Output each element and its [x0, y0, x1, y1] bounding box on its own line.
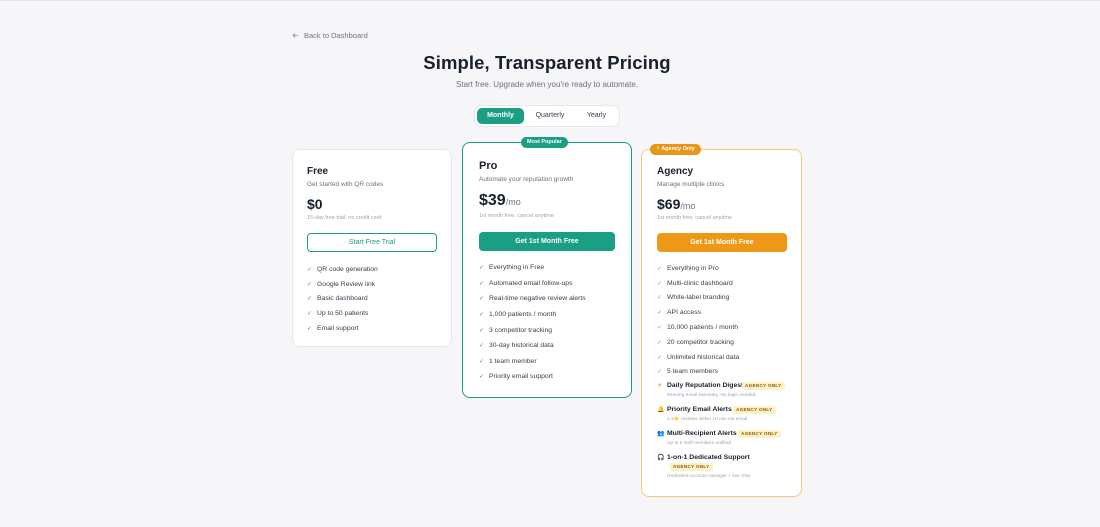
back-to-dashboard-link[interactable]: Back to Dashboard — [292, 31, 368, 40]
check-icon: ✓ — [479, 374, 485, 381]
list-item: ✓ 1 team member — [479, 357, 537, 365]
billing-option-monthly[interactable]: Monthly — [477, 108, 524, 124]
plan-name: Pro — [479, 160, 498, 172]
get-first-month-free-button[interactable]: Get 1st Month Free — [479, 232, 615, 251]
check-icon: ✓ — [479, 265, 485, 272]
page-subtitle: Start free. Upgrade when you're ready to… — [455, 80, 639, 89]
page-title: Simple, Transparent Pricing — [423, 52, 671, 73]
check-icon: ✓ — [657, 265, 663, 272]
plan-price: $39/mo — [479, 192, 521, 209]
most-popular-badge: Most Popular — [521, 137, 568, 148]
start-free-trial-button[interactable]: Start Free Trial — [307, 233, 437, 252]
top-divider — [0, 0, 1100, 1]
price-note: 15-day free trial, no credit card — [307, 215, 382, 221]
billing-period-toggle: Monthly Quarterly Yearly — [474, 105, 620, 127]
agency-only-badge: ⚡ Agency Only — [650, 144, 701, 155]
plan-card-pro: Most Popular Pro Automate your reputatio… — [462, 137, 632, 398]
price-note: 1st month free, cancel anytime — [657, 215, 732, 221]
list-item: ✓ Everything in Free — [479, 264, 545, 272]
list-item: ✓ QR code generation — [307, 265, 378, 273]
list-item: ✓ 3 competitor tracking — [479, 326, 553, 334]
plan-name: Free — [307, 166, 329, 177]
list-item: ✓ 1,000 patients / month — [479, 311, 557, 319]
bell-icon: 🔔 — [657, 407, 665, 413]
check-icon: ✓ — [307, 311, 313, 318]
list-item: ✓ Google Review link — [307, 280, 376, 288]
plan-name: Agency — [657, 166, 694, 177]
check-icon: ✓ — [657, 325, 663, 332]
check-icon: ✓ — [307, 296, 313, 303]
plan-price: $0 — [307, 196, 323, 212]
check-icon: ✓ — [657, 280, 663, 287]
feature-list: ✓ Everything in Free ✓ Automated email fol… — [479, 260, 586, 385]
check-icon: ✓ — [307, 326, 313, 333]
arrow-left-icon — [292, 33, 299, 38]
check-icon: ✓ — [479, 327, 485, 334]
check-icon: ✓ — [479, 280, 485, 287]
plan-card-free: Free Get started with QR codes $0 15-day… — [292, 149, 452, 347]
plan-description: Get started with QR codes — [307, 181, 384, 188]
list-item: ✓ Email support — [307, 325, 359, 333]
list-item: ✓ 30-day historical data — [479, 342, 554, 350]
list-item: ✓ Unlimited historical data — [657, 353, 740, 361]
list-item: ✓ Everything in Pro — [657, 264, 719, 272]
list-item: ✓ White-label branding — [657, 294, 730, 302]
plan-card-agency: ⚡ Agency Only Agency Manage multiple cli… — [641, 144, 802, 497]
list-item: ✓ 10,000 patients / month — [657, 324, 739, 332]
plan-description: Manage multiple clinics — [657, 181, 725, 188]
list-item: ✓ Real-time negative review alerts — [479, 295, 586, 303]
billing-option-quarterly[interactable]: Quarterly — [524, 108, 576, 124]
check-icon: ✓ — [307, 266, 313, 273]
price-note: 1st month free, cancel anytime — [479, 213, 554, 219]
check-icon: ✓ — [307, 281, 313, 288]
billing-option-yearly[interactable]: Yearly — [576, 108, 617, 124]
check-icon: ✓ — [657, 369, 663, 376]
plan-description: Automate your reputation growth — [479, 176, 574, 183]
list-item: ✓ 5 team members — [657, 368, 718, 376]
check-icon: ✓ — [657, 354, 663, 361]
users-icon: 👥 — [657, 431, 665, 437]
list-item: ✓ Priority email support — [479, 373, 553, 381]
check-icon: ✓ — [657, 310, 663, 317]
list-item: ✓ Multi-clinic dashboard — [657, 279, 733, 287]
list-item: ✓ API access — [657, 309, 701, 317]
agency-only-tag: AGENCY ONLY — [742, 382, 785, 390]
feature-list: ✓ QR code generation ✓ Google Review link … — [307, 262, 378, 336]
agency-only-tag: AGENCY ONLY — [670, 463, 713, 471]
feature-list: ✓ Everything in Pro ✓ Multi-clinic dashboa… — [657, 261, 739, 379]
plan-price: $69/mo — [657, 196, 696, 212]
check-icon: ✓ — [479, 296, 485, 303]
back-label: Back to Dashboard — [304, 31, 368, 40]
check-icon: ✓ — [657, 339, 663, 346]
list-item: ✓ Up to 50 patients — [307, 310, 369, 318]
check-icon: ✓ — [479, 343, 485, 350]
list-item: ✓ Basic dashboard — [307, 295, 368, 303]
sun-icon: ☀ — [657, 383, 663, 389]
get-first-month-free-button[interactable]: Get 1st Month Free — [657, 233, 787, 252]
check-icon: ✓ — [657, 295, 663, 302]
list-item: ✓ Automated email follow-ups — [479, 279, 573, 287]
headset-icon: 🎧 — [657, 455, 665, 461]
check-icon: ✓ — [479, 312, 485, 319]
list-item: ✓ 20 competitor tracking — [657, 338, 734, 346]
agency-only-tag: AGENCY ONLY — [738, 430, 781, 438]
agency-only-tag: AGENCY ONLY — [733, 406, 776, 414]
check-icon: ✓ — [479, 358, 485, 365]
